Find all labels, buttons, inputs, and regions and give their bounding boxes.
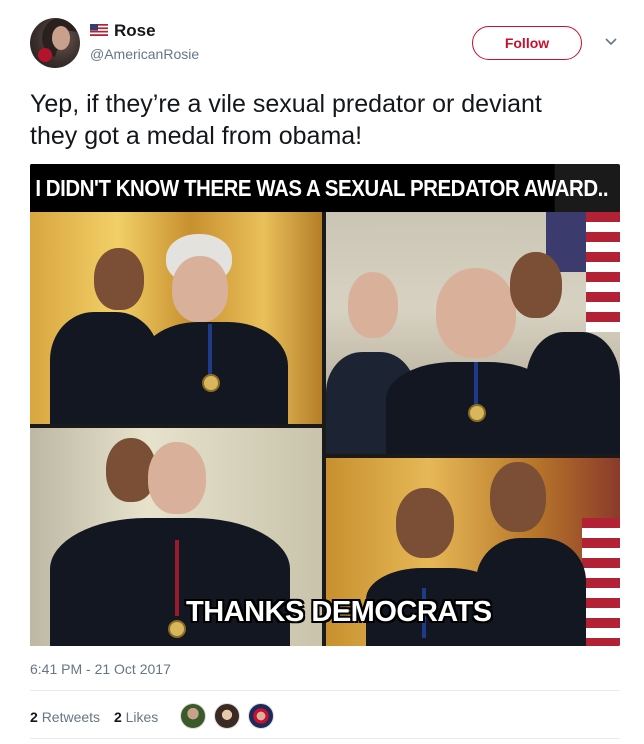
medal: [168, 620, 186, 638]
avatar-rose: [38, 48, 52, 62]
meme-panel-2: [326, 212, 620, 454]
meme-caption-top: I DIDN'T KNOW THERE WAS A SEXUAL PREDATO…: [30, 164, 609, 212]
meme-caption-bottom: THANKS DEMOCRATS: [186, 596, 492, 628]
figure-head: [490, 462, 546, 532]
liker-avatar[interactable]: [248, 703, 274, 729]
divider: [30, 738, 620, 739]
divider: [30, 690, 620, 691]
figure-suit: [476, 538, 586, 646]
likes-stat[interactable]: 2 Likes: [114, 709, 158, 725]
medal: [468, 404, 486, 422]
figure-head: [148, 442, 206, 514]
likes-label: Likes: [125, 709, 159, 725]
medal-ribbon: [175, 540, 179, 616]
medal-ribbon: [208, 324, 212, 376]
retweets-stat[interactable]: 2 Retweets: [30, 709, 100, 725]
display-name[interactable]: Rose: [114, 21, 156, 41]
flag-stripes: [582, 518, 620, 646]
chevron-down-icon[interactable]: [604, 36, 618, 48]
retweets-label: Retweets: [41, 709, 101, 725]
figure-head: [94, 248, 144, 310]
tweet-stats: 2 Retweets 2 Likes: [30, 709, 168, 725]
liker-avatar[interactable]: [214, 703, 240, 729]
retweets-count: 2: [30, 709, 38, 725]
follow-button[interactable]: Follow: [472, 26, 582, 60]
tweet-text: Yep, if they’re a vile sexual predator o…: [30, 90, 542, 150]
medal: [202, 374, 220, 392]
figure-suit: [138, 322, 288, 424]
us-flag-icon: [90, 24, 108, 36]
meme-panel-1: [30, 212, 322, 424]
medal-ribbon: [474, 362, 478, 406]
figure-head: [172, 256, 228, 322]
liker-avatars: [180, 703, 274, 729]
liker-avatar[interactable]: [180, 703, 206, 729]
figure-head: [348, 272, 398, 338]
user-handle[interactable]: @AmericanRosie: [90, 46, 199, 62]
figure-suit: [526, 332, 620, 454]
flag-stripes: [586, 212, 620, 332]
figure-head: [436, 268, 516, 358]
tweet-timestamp[interactable]: 6:41 PM - 21 Oct 2017: [30, 661, 171, 677]
figure-head: [510, 252, 562, 318]
likes-count: 2: [113, 709, 122, 725]
figure-head: [396, 488, 454, 558]
avatar-face: [52, 26, 70, 50]
tweet-media-image[interactable]: I DIDN'T KNOW THERE WAS A SEXUAL PREDATO…: [30, 164, 620, 646]
tweet-card: Rose @AmericanRosie Follow Yep, if they’…: [0, 0, 644, 744]
user-avatar[interactable]: [30, 18, 80, 68]
